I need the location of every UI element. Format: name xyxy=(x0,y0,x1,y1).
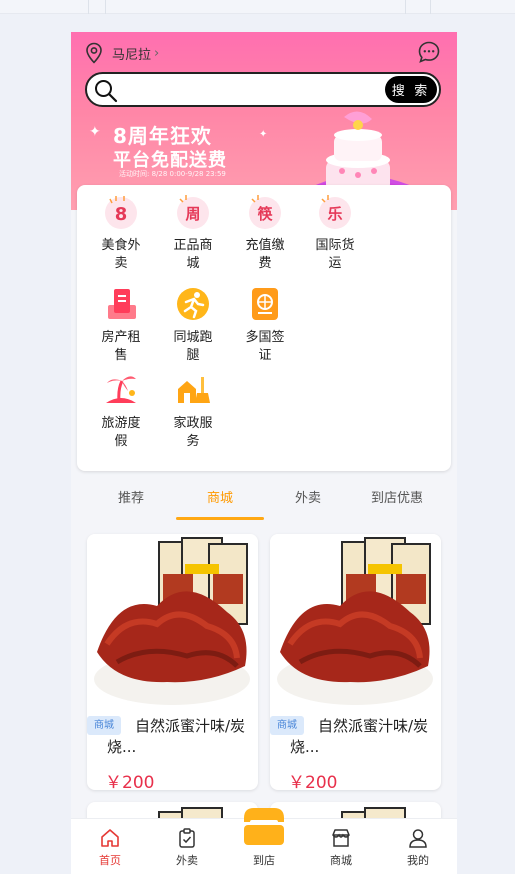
message-icon[interactable] xyxy=(417,40,441,64)
nav-label: 商城 xyxy=(330,854,352,867)
category-mall[interactable]: 周 正品商城 xyxy=(157,193,229,273)
nav-profile[interactable]: 我的 xyxy=(388,823,448,871)
category-label: 充值缴费 xyxy=(245,238,285,271)
travel-icon xyxy=(106,376,136,403)
nav-mall[interactable]: 商城 xyxy=(311,823,371,871)
visa-icon xyxy=(252,288,278,320)
food-delivery-icon: 8 xyxy=(105,196,137,229)
chevron-right-icon: › xyxy=(154,45,160,61)
location-label: 马尼拉 xyxy=(112,47,152,63)
app-screen: 马尼拉 › 搜 索 ✦ ✦ 8周年狂欢 平台免配送费 活动时间: 8/28 0:… xyxy=(71,32,457,874)
search-bar: 搜 索 xyxy=(85,72,441,107)
category-visa[interactable]: 多国签证 xyxy=(229,285,301,365)
product-price: ￥200 xyxy=(105,773,155,790)
category-real-estate[interactable]: 房产租售 xyxy=(85,285,157,365)
search-icon xyxy=(95,80,118,103)
category-label: 旅游度假 xyxy=(101,416,141,449)
search-input[interactable] xyxy=(125,78,375,102)
nav-home[interactable]: 首页 xyxy=(80,823,140,871)
tab-mall[interactable]: 商城 xyxy=(176,484,264,518)
category-label: 房产租售 xyxy=(101,330,141,363)
location-pin-icon xyxy=(86,42,102,64)
active-tab-indicator xyxy=(176,517,264,520)
product-title: 自然派蜜汁味/炭烧... xyxy=(107,717,246,756)
category-grid: 8 美食外卖 周 正品商城 筷 充值缴费 乐 国际货运 房产租售 同城跑腿 多国… xyxy=(77,185,451,471)
housekeeping-icon xyxy=(178,377,210,403)
tab-store-deals[interactable]: 到店优惠 xyxy=(353,484,441,518)
product-card[interactable]: 商城 自然派蜜汁味/炭烧... ￥200 xyxy=(87,534,258,790)
shop-icon xyxy=(332,829,350,847)
nav-label: 外卖 xyxy=(176,854,198,867)
sparkle-icon: ✦ xyxy=(89,124,101,140)
store-center-icon[interactable] xyxy=(240,804,288,848)
recharge-icon: 筷 xyxy=(249,195,281,229)
real-estate-icon xyxy=(108,289,136,319)
category-label: 多国签证 xyxy=(245,330,285,363)
category-errand[interactable]: 同城跑腿 xyxy=(157,285,229,365)
home-icon xyxy=(101,829,119,847)
sparkle-icon: ✦ xyxy=(259,129,268,140)
banner-title: 8周年狂欢 xyxy=(113,124,212,148)
nav-store-label[interactable]: 到店 xyxy=(234,852,294,868)
product-price: ￥200 xyxy=(288,773,338,790)
tab-recommend[interactable]: 推荐 xyxy=(87,484,175,518)
svg-text:8: 8 xyxy=(115,204,128,225)
clipboard-icon xyxy=(179,828,195,848)
category-label: 正品商城 xyxy=(173,238,213,271)
category-label: 国际货运 xyxy=(315,238,355,271)
product-image xyxy=(87,534,258,710)
banner-time: 活动时间: 8/28 0:00-9/28 23:59 xyxy=(119,170,226,178)
user-icon xyxy=(409,829,427,848)
category-recharge[interactable]: 筷 充值缴费 xyxy=(229,193,301,273)
category-label: 家政服务 xyxy=(173,416,213,449)
browser-chrome xyxy=(0,0,515,14)
location-selector[interactable]: 马尼拉 › xyxy=(85,42,159,64)
product-image xyxy=(270,534,441,710)
header-banner: 马尼拉 › 搜 索 ✦ ✦ 8周年狂欢 平台免配送费 活动时间: 8/28 0:… xyxy=(71,32,457,210)
svg-text:周: 周 xyxy=(185,205,200,223)
category-label: 美食外卖 xyxy=(101,238,141,271)
product-title: 自然派蜜汁味/炭烧... xyxy=(290,717,429,756)
search-button[interactable]: 搜 索 xyxy=(385,76,437,103)
category-housekeeping[interactable]: 家政服务 xyxy=(157,371,229,451)
nav-takeout[interactable]: 外卖 xyxy=(157,823,217,871)
errand-icon xyxy=(177,288,209,320)
tab-takeout[interactable]: 外卖 xyxy=(264,484,352,518)
category-freight[interactable]: 乐 国际货运 xyxy=(299,193,371,273)
nav-label: 我的 xyxy=(407,854,429,867)
product-card[interactable]: 商城 自然派蜜汁味/炭烧... ￥200 xyxy=(270,534,441,790)
nav-label: 首页 xyxy=(99,854,121,867)
category-label: 同城跑腿 xyxy=(173,330,213,363)
svg-text:筷: 筷 xyxy=(256,205,273,223)
freight-icon: 乐 xyxy=(319,195,351,229)
content-tabs: 推荐 商城 外卖 到店优惠 xyxy=(71,484,457,520)
category-travel[interactable]: 旅游度假 xyxy=(85,371,157,451)
category-food-delivery[interactable]: 8 美食外卖 xyxy=(85,193,157,273)
mall-icon: 周 xyxy=(177,195,209,229)
svg-text:乐: 乐 xyxy=(327,205,342,223)
